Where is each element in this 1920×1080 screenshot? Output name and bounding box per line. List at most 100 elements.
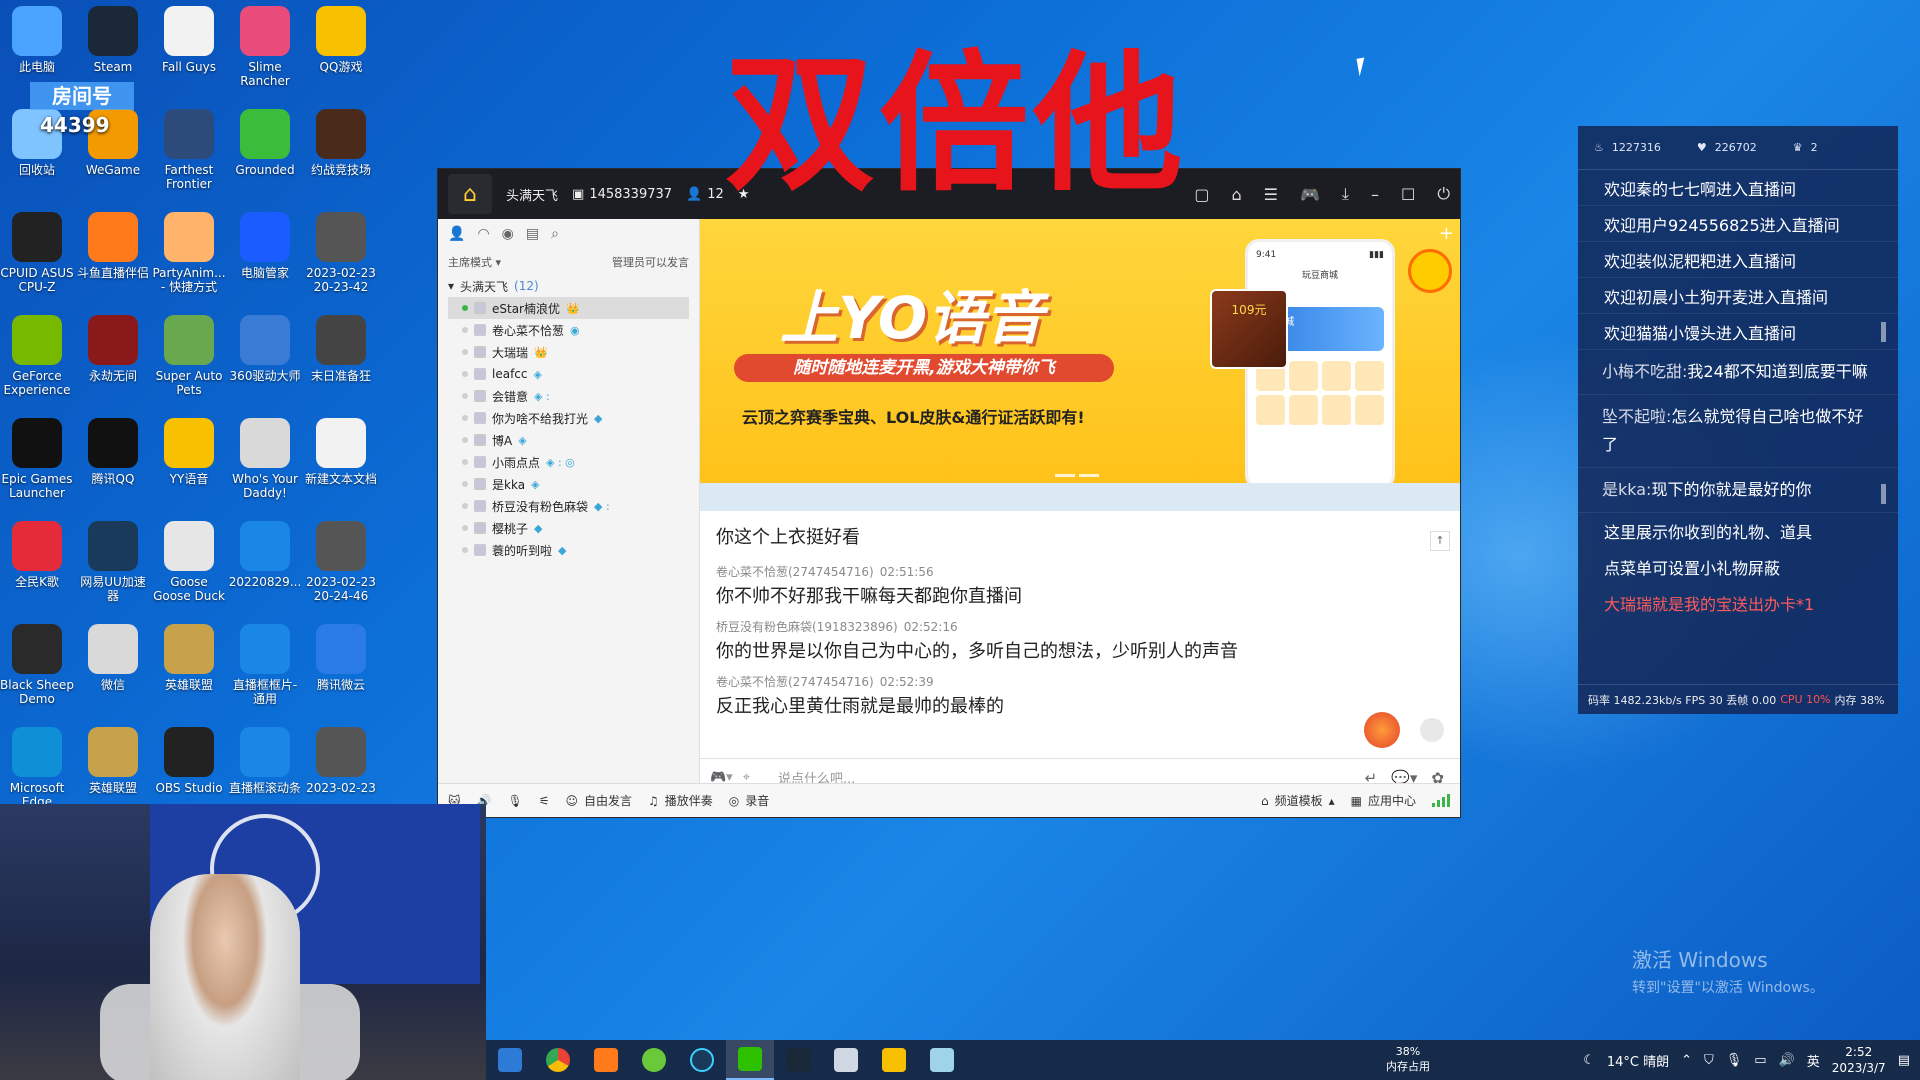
- taskbar-store-icon[interactable]: [486, 1040, 534, 1080]
- taskbar-explorer-icon[interactable]: [822, 1040, 870, 1080]
- member-item[interactable]: 樱桃子 ◆: [448, 517, 699, 539]
- desktop-icon[interactable]: 2023-02-23 20-23-42: [304, 212, 378, 294]
- member-item[interactable]: 博A ◈: [448, 429, 699, 451]
- desktop-icon[interactable]: PartyAnim... - 快捷方式: [152, 212, 226, 294]
- desktop-icon[interactable]: YY语音: [152, 418, 226, 486]
- desktop-icon[interactable]: Epic Games Launcher: [0, 418, 74, 500]
- desktop-icon[interactable]: 电脑管家: [228, 212, 302, 280]
- desktop-icon[interactable]: 此电脑: [0, 6, 74, 74]
- network-icon[interactable]: ▭: [1754, 1053, 1766, 1068]
- desktop-icon[interactable]: 20220829...: [228, 521, 302, 589]
- microphone-icon[interactable]: 🎙: [507, 794, 522, 808]
- desktop-icon[interactable]: 网易UU加速器: [76, 521, 150, 603]
- download-icon[interactable]: ⤓: [1342, 184, 1349, 204]
- yy-home-logo-icon[interactable]: ⌂: [448, 174, 492, 214]
- member-item[interactable]: 小雨点点 ◈ : ◎: [448, 451, 699, 473]
- chat-user[interactable]: 卷心菜不恰葱(2747454716): [716, 675, 874, 689]
- taskbar-chrome-icon[interactable]: [534, 1040, 582, 1080]
- channel-template-button[interactable]: ⌂ 频道模板 ▴: [1261, 792, 1335, 809]
- desktop-icon[interactable]: Black Sheep Demo: [0, 624, 74, 706]
- notification-icon[interactable]: ▤: [1898, 1053, 1910, 1068]
- notes-icon[interactable]: ▤: [526, 226, 539, 242]
- clock[interactable]: 2:52 2023/3/7: [1832, 1044, 1886, 1076]
- member-item[interactable]: 会错意 ◈ :: [448, 385, 699, 407]
- record-button[interactable]: ◎ 录音: [729, 792, 770, 809]
- member-item[interactable]: 蓑的听到啦 ◆: [448, 539, 699, 561]
- desktop-icon[interactable]: 永劫无间: [76, 315, 150, 383]
- taskbar-wechat-icon[interactable]: [726, 1040, 774, 1080]
- desktop-icon[interactable]: Slime Rancher: [228, 6, 302, 88]
- minimize-icon[interactable]: –: [1371, 185, 1379, 204]
- desktop-icon[interactable]: Fall Guys: [152, 6, 226, 74]
- taskbar-lol-icon[interactable]: [630, 1040, 678, 1080]
- desktop-icon[interactable]: Super Auto Pets: [152, 315, 226, 397]
- popout-icon[interactable]: ▢: [1194, 185, 1209, 204]
- location-icon[interactable]: ◉: [502, 226, 514, 242]
- desktop-icon[interactable]: 2023-02-23: [304, 727, 378, 795]
- language-indicator[interactable]: 英: [1807, 1051, 1820, 1070]
- member-item[interactable]: 你为啥不给我打光 ◆: [448, 407, 699, 429]
- member-item[interactable]: eStar楠浪优 👑: [448, 297, 689, 319]
- app-center-button[interactable]: ▦ 应用中心: [1351, 792, 1416, 809]
- desktop-icon[interactable]: 约战竞技场: [304, 109, 378, 177]
- live-chat-user[interactable]: 坠不起啦:: [1602, 407, 1671, 426]
- live-chat-user[interactable]: 是kka:: [1602, 480, 1651, 499]
- maximize-icon[interactable]: ☐: [1401, 185, 1415, 204]
- free-speak-button[interactable]: ☺ 自由发言: [565, 792, 632, 809]
- member-item[interactable]: 卷心菜不恰葱 ◉: [448, 319, 699, 341]
- weather-moon-icon[interactable]: ☾: [1583, 1053, 1595, 1068]
- person-icon[interactable]: 👤: [448, 226, 465, 242]
- weather-text[interactable]: 14°C 晴朗: [1607, 1051, 1669, 1070]
- mode-select[interactable]: 主席模式 ▾: [448, 254, 501, 270]
- desktop-icon[interactable]: 腾讯QQ: [76, 418, 150, 486]
- gamepad-icon[interactable]: 🎮: [1300, 185, 1320, 204]
- add-icon[interactable]: +: [1439, 223, 1454, 244]
- home-icon[interactable]: ⌂: [1232, 185, 1242, 204]
- scroll-top-icon[interactable]: ↑: [1430, 531, 1450, 551]
- desktop-icon[interactable]: 英雄联盟: [152, 624, 226, 692]
- desktop-icon[interactable]: 360驱动大师: [228, 315, 302, 383]
- desktop-icon[interactable]: Farthest Frontier: [152, 109, 226, 191]
- member-item[interactable]: leafcc ◈: [448, 363, 699, 385]
- banner-pager[interactable]: [1055, 474, 1099, 477]
- desktop-icon[interactable]: 英雄联盟: [76, 727, 150, 795]
- desktop-icon[interactable]: 腾讯微云: [304, 624, 378, 692]
- channel-tree-root[interactable]: ▾ 头满天飞 (12): [448, 275, 699, 297]
- activity-icon[interactable]: [1364, 712, 1400, 748]
- desktop-icon[interactable]: Steam: [76, 6, 150, 74]
- volume-icon[interactable]: 🔊: [1779, 1053, 1795, 1068]
- headset-icon[interactable]: ◠: [477, 226, 489, 242]
- shield-icon[interactable]: ⛉: [1704, 1053, 1714, 1068]
- member-item[interactable]: 桥豆没有粉色麻袋 ◆ :: [448, 495, 699, 517]
- ad-banner[interactable]: + 上YO语音 随时随地连麦开黑,游戏大神带你飞 云顶之弈赛季宝典、LOL皮肤&…: [700, 219, 1460, 483]
- taskbar-douyu-icon[interactable]: [582, 1040, 630, 1080]
- play-music-button[interactable]: ♫ 播放伴奏: [648, 792, 713, 809]
- taskbar-notepad-icon[interactable]: [918, 1040, 966, 1080]
- taskbar-uu-icon[interactable]: [678, 1040, 726, 1080]
- desktop-icon[interactable]: Grounded: [228, 109, 302, 177]
- desktop-icon[interactable]: GeForce Experience: [0, 315, 74, 397]
- desktop-icon[interactable]: 末日准备狂: [304, 315, 378, 383]
- desktop-icon[interactable]: OBS Studio: [152, 727, 226, 795]
- chat-user[interactable]: 桥豆没有粉色麻袋(1918323896): [716, 620, 898, 634]
- memory-usage[interactable]: 38% 内存占用: [1386, 1044, 1430, 1074]
- desktop-icon[interactable]: 全民K歌: [0, 521, 74, 589]
- desktop-icon[interactable]: 2023-02-23 20-24-46: [304, 521, 378, 603]
- desktop-icon[interactable]: 直播框滚动条: [228, 727, 302, 795]
- desktop-icon[interactable]: QQ游戏: [304, 6, 378, 74]
- desktop-icon[interactable]: 新建文本文档: [304, 418, 378, 486]
- live-chat-user[interactable]: 小梅不吃甜:: [1602, 362, 1687, 381]
- desktop-icon[interactable]: 斗鱼直播伴侣: [76, 212, 150, 280]
- settings-gear-icon[interactable]: [1418, 716, 1446, 744]
- scrollbar-thumb[interactable]: [1881, 484, 1886, 504]
- scrollbar-thumb[interactable]: [1881, 322, 1886, 342]
- chat-user[interactable]: 卷心菜不恰葱(2747454716): [716, 565, 874, 579]
- desktop-icon[interactable]: Who's Your Daddy!: [228, 418, 302, 500]
- power-icon[interactable]: ⏻: [1437, 184, 1450, 204]
- list-icon[interactable]: ☰: [1264, 185, 1278, 204]
- search-icon[interactable]: ⌕: [551, 226, 559, 242]
- chevron-up-icon[interactable]: ⌃: [1681, 1053, 1692, 1068]
- taskbar-steam-icon[interactable]: [774, 1040, 822, 1080]
- member-item[interactable]: 大瑞瑞 👑: [448, 341, 699, 363]
- collapse-icon[interactable]: ▾: [448, 279, 454, 293]
